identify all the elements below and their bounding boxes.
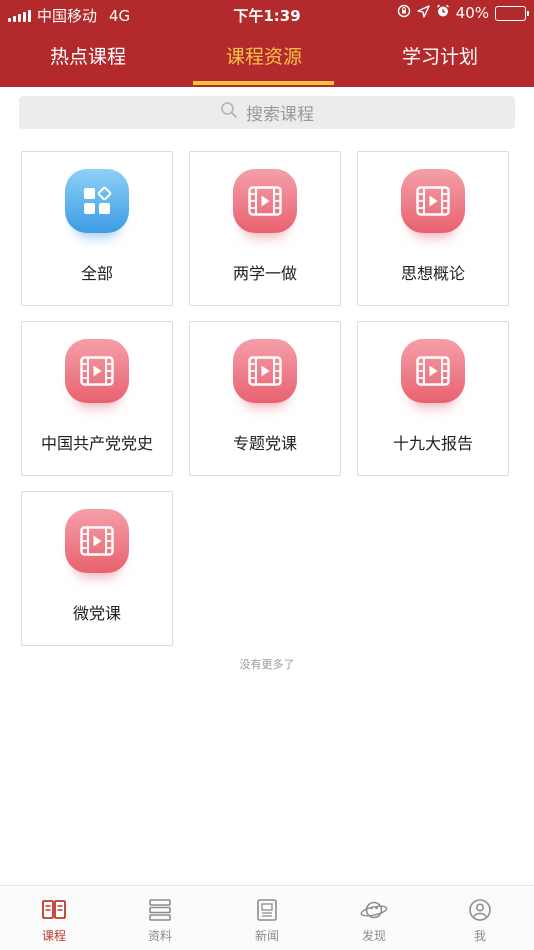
top-tab-bar: 热点课程 课程资源 学习计划 <box>0 28 534 87</box>
category-label: 中国共产党党史 <box>40 434 153 453</box>
book-icon <box>19 896 89 924</box>
search-placeholder: 搜索课程 <box>246 105 314 125</box>
stack-icon <box>125 896 195 924</box>
category-label: 全部 <box>80 264 113 283</box>
category-label: 专题党课 <box>232 434 297 453</box>
search-icon <box>220 101 238 124</box>
bottom-tab-label: 发现 <box>361 929 386 943</box>
bottom-tab-courses[interactable]: 课程 <box>19 896 89 944</box>
category-card[interactable]: 专题党课 <box>189 321 341 476</box>
no-more-note: 没有更多了 <box>239 658 295 671</box>
status-bar: 中国移动 4G 下午1:39 40% <box>0 0 534 28</box>
location-arrow-icon <box>416 4 430 22</box>
category-label: 两学一做 <box>232 264 297 283</box>
alarm-icon <box>436 4 450 22</box>
category-card[interactable]: 思想概论 <box>357 151 509 306</box>
bottom-tab-label: 新闻 <box>254 929 279 943</box>
search-input[interactable]: 搜索课程 <box>19 96 515 129</box>
category-label: 十九大报告 <box>392 434 473 453</box>
category-card[interactable]: 两学一做 <box>189 151 341 306</box>
planet-icon <box>339 896 409 924</box>
newspaper-icon <box>232 896 302 924</box>
bottom-tab-me[interactable]: 我 <box>445 896 515 944</box>
all-categories-icon <box>65 169 129 233</box>
battery-percent: 40% <box>455 4 489 22</box>
film-play-icon <box>65 339 129 403</box>
film-play-icon <box>401 169 465 233</box>
tab-hot-courses[interactable]: 热点课程 <box>8 42 168 69</box>
active-tab-indicator <box>193 81 334 85</box>
orientation-lock-icon <box>397 4 411 22</box>
bottom-tab-label: 资料 <box>147 929 172 943</box>
bottom-tab-discover[interactable]: 发现 <box>339 896 409 944</box>
category-card[interactable]: 中国共产党党史 <box>21 321 173 476</box>
film-play-icon <box>65 509 129 573</box>
bottom-tab-label: 我 <box>473 929 486 943</box>
bottom-tab-materials[interactable]: 资料 <box>125 896 195 944</box>
category-label: 思想概论 <box>400 264 465 283</box>
bottom-tab-news[interactable]: 新闻 <box>232 896 302 944</box>
category-card[interactable]: 微党课 <box>21 491 173 646</box>
user-icon <box>445 896 515 924</box>
category-label: 微党课 <box>72 604 121 623</box>
battery-icon <box>495 5 529 21</box>
tab-study-plan[interactable]: 学习计划 <box>360 42 520 69</box>
category-card[interactable]: 全部 <box>21 151 173 306</box>
bottom-tab-bar: 课程 资料 新闻 发现 我 <box>0 885 534 950</box>
film-play-icon <box>233 169 297 233</box>
film-play-icon <box>233 339 297 403</box>
category-card[interactable]: 十九大报告 <box>357 321 509 476</box>
tab-course-resources[interactable]: 课程资源 <box>184 42 344 69</box>
film-play-icon <box>401 339 465 403</box>
app-header: 中国移动 4G 下午1:39 40% 热点课程 课程资源 学习计划 <box>0 0 534 87</box>
bottom-tab-label: 课程 <box>41 929 66 943</box>
